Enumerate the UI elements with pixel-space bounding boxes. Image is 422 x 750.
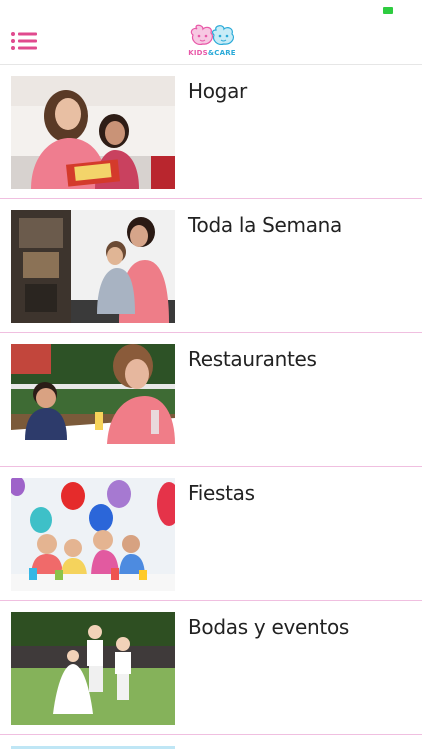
app-header: KIDS&CARE xyxy=(0,20,422,65)
photo-reading-with-child xyxy=(11,76,175,189)
menu-button[interactable] xyxy=(10,30,38,54)
photo-wedding-children xyxy=(11,612,175,725)
list-menu-icon xyxy=(11,32,37,50)
service-list: Hogar Toda la Semana Restaurantes Fiesta… xyxy=(0,65,422,749)
list-item-fiestas[interactable]: Fiestas xyxy=(0,467,422,601)
photo-next xyxy=(11,746,175,749)
status-bar xyxy=(0,0,422,20)
item-label: Restaurantes xyxy=(188,347,317,371)
list-item-bodas-y-eventos[interactable]: Bodas y eventos xyxy=(0,601,422,735)
item-label: Bodas y eventos xyxy=(188,615,349,639)
item-label: Fiestas xyxy=(188,481,255,505)
kids-care-logo: KIDS&CARE xyxy=(183,23,241,63)
item-label: Hogar xyxy=(188,79,247,103)
list-item-restaurantes[interactable]: Restaurantes xyxy=(0,333,422,467)
list-item-next[interactable] xyxy=(0,735,422,749)
photo-restaurant-table xyxy=(11,344,175,457)
logo-text: KIDS&CARE xyxy=(188,49,236,57)
list-item-toda-la-semana[interactable]: Toda la Semana xyxy=(0,199,422,333)
photo-play-kitchen xyxy=(11,210,175,323)
photo-birthday-party xyxy=(11,478,175,591)
item-label: Toda la Semana xyxy=(188,213,343,237)
list-item-hogar[interactable]: Hogar xyxy=(0,65,422,199)
battery-icon xyxy=(383,7,393,14)
